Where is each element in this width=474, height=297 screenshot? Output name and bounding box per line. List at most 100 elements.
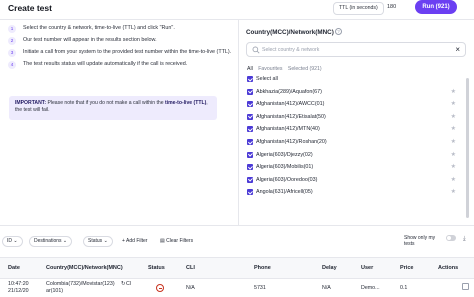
cell-delay: N/A: [322, 285, 331, 291]
show-only-my-tests-label: Show only my tests: [404, 235, 436, 247]
id-filter-label: ID: [7, 238, 12, 244]
star-icon[interactable]: ★: [451, 175, 456, 185]
star-icon[interactable]: ★: [451, 99, 456, 109]
checkbox[interactable]: [247, 138, 253, 145]
cell-network: ar(101): [46, 288, 64, 294]
cell-cli: N/A: [186, 285, 195, 291]
run-button[interactable]: Run (921): [415, 0, 457, 14]
status-filter-dropdown[interactable]: Status ⌄: [83, 236, 113, 247]
select-all-row[interactable]: Select all: [247, 74, 462, 87]
ttl-field-label: TTL (in seconds): [333, 2, 384, 15]
step-text: Our test number will appear in the resul…: [23, 37, 157, 43]
checkbox[interactable]: [247, 176, 253, 183]
cell-phone: 5731: [254, 285, 266, 291]
step-4: 4 The test results status will update au…: [8, 61, 233, 69]
star-icon[interactable]: ★: [451, 137, 456, 147]
checkbox[interactable]: [247, 189, 253, 196]
cell-price: 0.1: [400, 285, 408, 291]
country-item[interactable]: Afghanistan(412)/MTN(40) ★: [247, 124, 462, 137]
step-1: 1 Select the country & network, time-to-…: [8, 25, 233, 33]
add-filter-button[interactable]: + Add Filter: [122, 237, 147, 246]
cell-country: Colombia(732)/Movistar(123): [46, 281, 115, 287]
step-number: 1: [8, 25, 16, 33]
column-header-country[interactable]: Country(MCC)/Network(MNC): [46, 265, 123, 271]
country-item[interactable]: Afghanistan(412)/Etisalat(50) ★: [247, 112, 462, 125]
search-placeholder: Select country & network: [262, 47, 320, 53]
tab-all[interactable]: All: [247, 66, 253, 72]
country-label: Angola(631)/Africell(05): [256, 189, 313, 196]
important-ttl: time-to-live (TTL): [164, 100, 207, 106]
important-label: IMPORTANT:: [15, 100, 47, 106]
country-item[interactable]: Algeria(603)/Djezzy(02) ★: [247, 150, 462, 163]
step-number: 3: [8, 49, 16, 57]
chevron-down-icon: ⌄: [62, 238, 68, 244]
star-icon[interactable]: ★: [451, 87, 456, 97]
country-list-scrollbar[interactable]: [466, 78, 469, 218]
retry-icon[interactable]: ↻: [121, 281, 125, 288]
country-search-input[interactable]: Select country & network ×: [246, 42, 466, 57]
page-title: Create test: [8, 3, 52, 13]
country-item[interactable]: Algeria(603)/Mobilis(01) ★: [247, 162, 462, 175]
star-icon[interactable]: ★: [451, 162, 456, 172]
step-3: 3 Initiate a call from your system to th…: [8, 49, 233, 57]
star-icon[interactable]: ★: [451, 187, 456, 197]
column-header-status[interactable]: Status: [148, 265, 165, 271]
clear-filters-button[interactable]: ▤ Clear Filters: [160, 237, 193, 246]
checkbox[interactable]: [247, 101, 253, 108]
column-header-delay[interactable]: Delay: [322, 265, 337, 271]
info-icon[interactable]: ?: [335, 28, 342, 35]
row-select-checkbox[interactable]: [462, 283, 469, 290]
destinations-filter-dropdown[interactable]: Destinations ⌄: [29, 236, 73, 247]
cell-date-day: 21/12/20: [8, 288, 29, 294]
step-2: 2 Our test number will appear in the res…: [8, 37, 233, 45]
checkbox[interactable]: [247, 88, 253, 95]
tab-selected[interactable]: Selected (921): [288, 66, 322, 72]
destinations-filter-label: Destinations: [34, 238, 62, 244]
chevron-down-icon: ⌄: [13, 238, 18, 244]
star-icon[interactable]: ★: [451, 124, 456, 134]
download-icon[interactable]: ⤓: [463, 236, 466, 243]
tab-favourites[interactable]: Favourites: [258, 66, 282, 72]
star-icon[interactable]: ★: [451, 112, 456, 122]
country-label: Afghanistan(412)/Etisalat(50): [256, 113, 326, 120]
checkbox[interactable]: [247, 113, 253, 120]
column-header-phone[interactable]: Phone: [254, 265, 271, 271]
id-filter-dropdown[interactable]: ID ⌄: [2, 236, 23, 247]
cell-country-suffix: Cl: [126, 281, 132, 287]
star-icon[interactable]: ★: [451, 150, 456, 160]
chevron-down-icon: ⌄: [103, 238, 108, 244]
checkbox[interactable]: [247, 151, 253, 158]
important-text-a: Please note that if you do not make a ca…: [46, 100, 165, 106]
show-only-my-tests-toggle[interactable]: [446, 235, 456, 241]
ttl-input[interactable]: 180: [387, 4, 396, 10]
country-item[interactable]: Angola(631)/Africell(05) ★: [247, 187, 462, 200]
column-header-price[interactable]: Price: [400, 265, 413, 271]
step-text: The test results status will update auto…: [23, 61, 188, 67]
country-item[interactable]: Afghanistan(412)/AWCC(01) ★: [247, 99, 462, 112]
step-number: 2: [8, 37, 16, 45]
close-icon[interactable]: ×: [455, 45, 460, 54]
results-table-header: Date Country(MCC)/Network(MNC) Status CL…: [0, 257, 474, 279]
results-toolbar: ID ⌄ Destinations ⌄ Status ⌄ + Add Filte…: [0, 225, 474, 257]
checkbox[interactable]: [247, 76, 253, 82]
country-item[interactable]: Afghanistan(412)/Roshan(20) ★: [247, 137, 462, 150]
country-list: Select all Abkhazia(289)/Aquafon(67) ★ A…: [247, 74, 462, 200]
column-header-cli[interactable]: CLI: [186, 265, 195, 271]
column-header-actions: Actions: [438, 265, 459, 271]
search-icon: [252, 46, 260, 54]
step-text: Initiate a call from your system to the …: [23, 49, 232, 55]
table-row[interactable]: 10:47:20 21/12/20 Colombia(732)/Movistar…: [0, 279, 474, 297]
column-header-date[interactable]: Date: [8, 265, 20, 271]
country-label: Afghanistan(412)/MTN(40): [256, 126, 320, 133]
country-panel-title: Country(MCC)/Network(MNC): [246, 29, 334, 36]
column-header-user[interactable]: User: [361, 265, 373, 271]
country-item[interactable]: Abkhazia(289)/Aquafon(67) ★: [247, 87, 462, 100]
cell-user: Demo...: [361, 285, 380, 291]
checkbox[interactable]: [247, 126, 253, 133]
country-item[interactable]: Algeria(603)/Ooredoo(03) ★: [247, 175, 462, 188]
step-text: Select the country & network, time-to-li…: [23, 25, 175, 31]
filter-icon: ▤: [160, 238, 165, 244]
important-notice: IMPORTANT: Please note that if you do no…: [9, 96, 217, 120]
country-filter-tabs: All Favourites Selected (921): [247, 66, 326, 72]
checkbox[interactable]: [247, 164, 253, 171]
